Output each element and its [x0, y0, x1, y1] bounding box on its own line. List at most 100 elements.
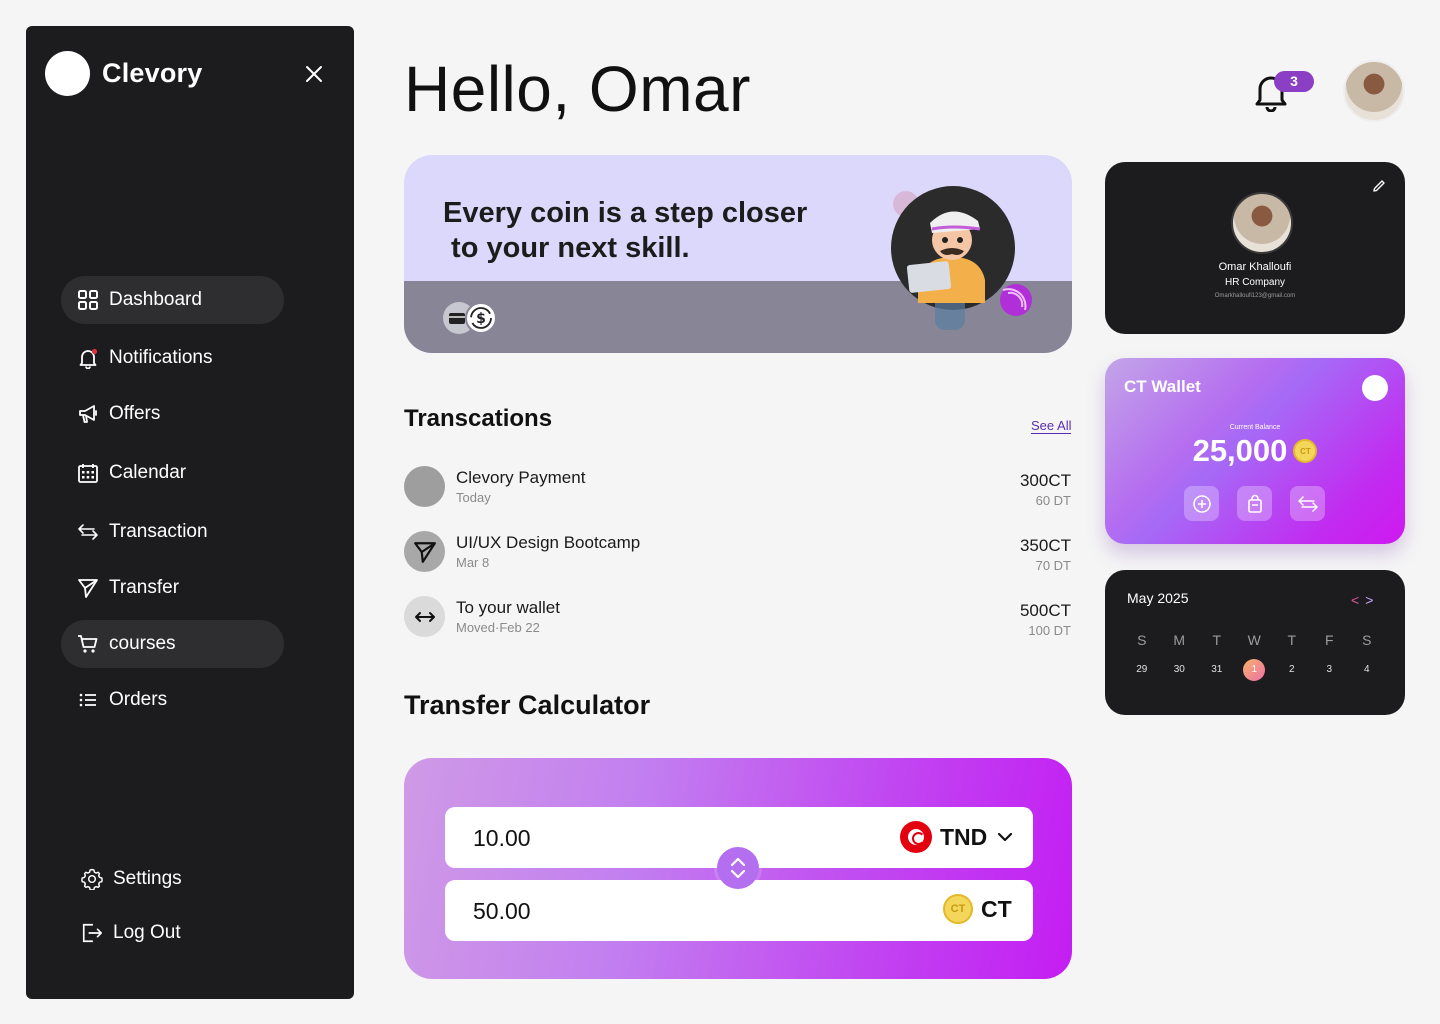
sidebar-item-courses[interactable]: courses: [61, 620, 284, 668]
weekday-label: S: [1137, 632, 1147, 648]
close-sidebar-button[interactable]: [302, 62, 326, 86]
from-amount-input[interactable]: [473, 822, 733, 854]
profile-avatar: [1231, 192, 1293, 254]
transaction-row[interactable]: UI/UX Design Bootcamp Mar 8 350CT 70 DT: [404, 531, 1072, 575]
sidebar-item-settings[interactable]: Settings: [61, 855, 284, 903]
profile-card: Omar Khalloufi HR Company Omarkhalloufi1…: [1105, 162, 1405, 334]
day-number: 30: [1173, 664, 1185, 675]
transaction-dt-amount: 100 DT: [1028, 623, 1071, 638]
megaphone-icon: [79, 405, 97, 423]
send-icon: [413, 541, 436, 563]
edit-profile-button[interactable]: [1371, 178, 1387, 194]
calendar-nav: < >: [1351, 592, 1373, 608]
day-number: 29: [1136, 664, 1148, 675]
calendar-icon: [78, 464, 98, 483]
sidebar-item-label: Dashboard: [109, 289, 202, 310]
calendar-week-row: 29 30 31 1 2 3 4: [1123, 659, 1386, 681]
ct-coin-icon: CT: [943, 894, 973, 924]
sidebar-item-label: Settings: [113, 868, 182, 889]
calendar-prev-button[interactable]: <: [1351, 592, 1359, 608]
transaction-icon: [404, 596, 445, 637]
day-number: 1: [1243, 659, 1266, 681]
sidebar-item-offers[interactable]: Offers: [61, 390, 284, 438]
weekday-label: S: [1362, 632, 1372, 648]
sidebar-item-transaction[interactable]: Transaction: [61, 508, 284, 556]
to-currency-code: CT: [981, 895, 1012, 922]
calendar-next-button[interactable]: >: [1365, 592, 1373, 608]
transfer-button[interactable]: [1290, 486, 1325, 521]
transaction-row[interactable]: To your wallet Moved·Feb 22 500CT 100 DT: [404, 596, 1072, 640]
weekday-label: M: [1173, 632, 1186, 648]
see-all-link[interactable]: See All: [1031, 418, 1072, 434]
dashboard-icon: [78, 290, 98, 310]
day-number: 4: [1363, 664, 1370, 675]
banner-icon-group: $: [443, 302, 497, 334]
weekday-label: T: [1212, 632, 1222, 648]
mini-calendar: May 2025 < > S M T W T F S 29 30 31 1 2 …: [1105, 570, 1405, 715]
transaction-date: Mar 8: [456, 555, 490, 570]
gear-icon: [81, 868, 103, 890]
sidebar-item-dashboard[interactable]: Dashboard: [61, 276, 284, 324]
list-icon: [79, 693, 96, 707]
transaction-date: Today: [456, 490, 491, 505]
svg-text:$: $: [476, 311, 486, 327]
calendar-day[interactable]: 30: [1161, 659, 1199, 681]
transaction-icon: [404, 531, 445, 572]
transaction-title: To your wallet: [456, 598, 560, 617]
day-number: 31: [1211, 664, 1223, 675]
sidebar-item-orders[interactable]: Orders: [61, 676, 284, 724]
calendar-day[interactable]: 29: [1123, 659, 1161, 681]
send-icon: [78, 579, 98, 598]
transaction-dt-amount: 70 DT: [1035, 558, 1071, 573]
arrows-icon: [78, 524, 98, 540]
sidebar: Clevory Dashboard Notifications Offers C…: [26, 26, 354, 999]
wallet-title: CT Wallet: [1124, 377, 1201, 396]
close-icon: [306, 66, 322, 82]
to-amount-field: CT CT: [445, 880, 1033, 941]
wallet-balance-caption: Current Balance: [1229, 424, 1281, 431]
calendar-day[interactable]: 31: [1198, 659, 1236, 681]
profile-email: Omarkhalloufi123@gmail.com: [1214, 293, 1296, 299]
ct-coin-icon: CT: [1293, 439, 1318, 463]
transaction-date: Moved·Feb 22: [456, 620, 540, 635]
transaction-amount: 300CT: [1019, 471, 1071, 490]
arrows-icon: [1297, 495, 1318, 512]
from-currency-select[interactable]: TND: [900, 821, 1015, 853]
notifications-button[interactable]: 3: [1252, 70, 1316, 114]
brand-name: Clevory: [102, 58, 203, 88]
pencil-icon: [1373, 180, 1385, 192]
sidebar-item-label: Transfer: [109, 577, 180, 598]
sidebar-item-notifications[interactable]: Notifications: [61, 334, 284, 382]
sidebar-item-label: Transaction: [109, 521, 208, 542]
sidebar-item-calendar[interactable]: Calendar: [61, 449, 284, 497]
day-number: 2: [1288, 664, 1295, 675]
brand: Clevory: [45, 51, 202, 96]
wallet-toggle[interactable]: [1362, 375, 1388, 401]
calendar-day-today[interactable]: 1: [1236, 659, 1274, 681]
calendar-day[interactable]: 3: [1311, 659, 1349, 681]
logout-button[interactable]: Log Out: [61, 909, 284, 957]
user-avatar[interactable]: [1343, 60, 1405, 122]
ct-wallet-card: CT Wallet Current Balance 25,000 CT: [1105, 358, 1405, 544]
promo-banner: Every coin is a step closer to your next…: [404, 155, 1072, 353]
transaction-title: UI/UX Design Bootcamp: [456, 533, 641, 552]
tunisia-flag-icon: [900, 821, 932, 853]
calendar-day[interactable]: 4: [1348, 659, 1386, 681]
transaction-row[interactable]: Clevory Payment Today 300CT 60 DT: [404, 466, 1072, 510]
transaction-dt-amount: 60 DT: [1035, 493, 1071, 508]
shop-button[interactable]: [1237, 486, 1272, 521]
add-funds-button[interactable]: [1184, 486, 1219, 521]
swap-currencies-button[interactable]: [717, 847, 759, 889]
day-number: 3: [1326, 664, 1333, 675]
cart-icon: [78, 635, 98, 653]
greeting-title: Hello, Omar: [404, 53, 751, 125]
sidebar-item-transfer[interactable]: Transfer: [61, 564, 284, 612]
calendar-month: May 2025: [1127, 590, 1189, 606]
banner-tagline: Every coin is a step closer to your next…: [443, 197, 808, 264]
sidebar-item-label: Log Out: [113, 922, 181, 943]
weekday-label: W: [1247, 632, 1261, 648]
to-amount-input[interactable]: [473, 895, 733, 927]
to-currency-label: CT CT: [943, 894, 1012, 924]
profile-company: HR Company: [1224, 277, 1286, 288]
calendar-day[interactable]: 2: [1273, 659, 1311, 681]
